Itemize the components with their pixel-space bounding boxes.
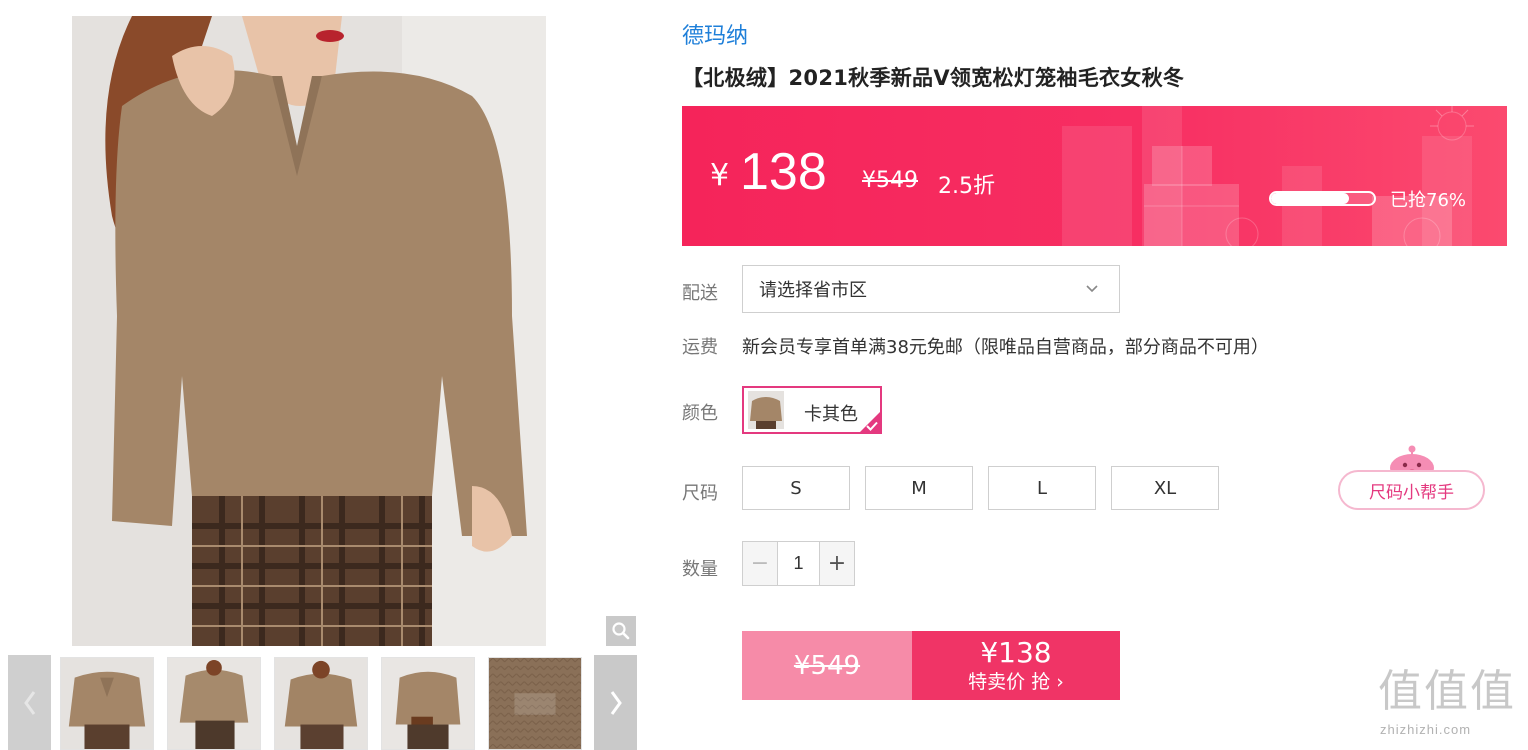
size-option-l[interactable]: L [988, 466, 1096, 510]
thumbnail-1[interactable] [60, 657, 154, 750]
shipping-label: 运费 [682, 337, 718, 358]
region-select[interactable]: 请选择省市区 [742, 265, 1120, 313]
discount-label: 2.5折 [938, 174, 995, 199]
watermark-logo: 值值值 [1378, 666, 1516, 717]
sold-progress-bar [1269, 191, 1376, 206]
zoom-button[interactable] [606, 616, 636, 646]
buy-action-label: 特卖价 抢 › [968, 670, 1064, 693]
chevron-left-icon [23, 690, 35, 715]
sold-progress-fill [1271, 193, 1350, 204]
chevron-right-icon [610, 690, 622, 715]
color-swatch-image [748, 391, 784, 429]
size-helper-button[interactable]: 尺码小帮手 [1338, 470, 1485, 510]
thumbnail-5[interactable] [488, 657, 582, 750]
size-label: 尺码 [682, 483, 718, 504]
size-option-xl[interactable]: XL [1111, 466, 1219, 510]
sale-price: 138 [740, 143, 827, 201]
color-option-selected[interactable]: 卡其色 [742, 386, 882, 434]
buy-bar: ¥549 ¥138 特卖价 抢 › [742, 631, 1120, 700]
thumbnail-4[interactable] [381, 657, 475, 750]
quantity-label: 数量 [682, 559, 718, 580]
buy-original-price: ¥549 [742, 631, 912, 700]
shipping-info: 新会员专享首单满38元免邮（限唯品自营商品，部分商品不可用） [742, 337, 1269, 358]
size-option-s[interactable]: S [742, 466, 850, 510]
thumb-prev-button[interactable] [8, 655, 51, 750]
sold-progress-text: 已抢76% [1390, 190, 1467, 211]
size-option-m[interactable]: M [865, 466, 973, 510]
thumbnail-2[interactable] [167, 657, 261, 750]
thumb-next-button[interactable] [594, 655, 637, 750]
buy-price: ¥138 [980, 635, 1052, 669]
color-label: 颜色 [682, 403, 718, 424]
color-option-label: 卡其色 [804, 404, 858, 425]
product-title: 【北极绒】2021秋季新品V领宽松灯笼袖毛衣女秋冬 [682, 66, 1185, 90]
buy-now-button[interactable]: ¥138 特卖价 抢 › [912, 631, 1120, 700]
thumbnail-strip [8, 655, 637, 750]
brand-link[interactable]: 德玛纳 [682, 18, 748, 50]
chevron-down-icon [1086, 285, 1098, 293]
check-icon [866, 421, 878, 431]
quantity-increase-button[interactable]: + [820, 542, 854, 585]
site-watermark: 值值值 zhizhizhi.com [1378, 668, 1523, 748]
delivery-label: 配送 [682, 283, 718, 304]
original-price: ¥549 [862, 168, 918, 193]
price-banner: ¥ 138 ¥549 2.5折 已抢76% [682, 106, 1507, 246]
main-product-image[interactable] [72, 16, 546, 646]
magnifier-icon [612, 622, 630, 640]
quantity-decrease-button[interactable]: − [743, 542, 777, 585]
quantity-input[interactable] [777, 542, 820, 585]
watermark-url: zhizhizhi.com [1380, 722, 1472, 737]
thumbnail-3[interactable] [274, 657, 368, 750]
region-select-value: 请选择省市区 [759, 280, 867, 301]
price-currency: ¥ [710, 158, 730, 193]
quantity-stepper: − + [742, 541, 855, 586]
